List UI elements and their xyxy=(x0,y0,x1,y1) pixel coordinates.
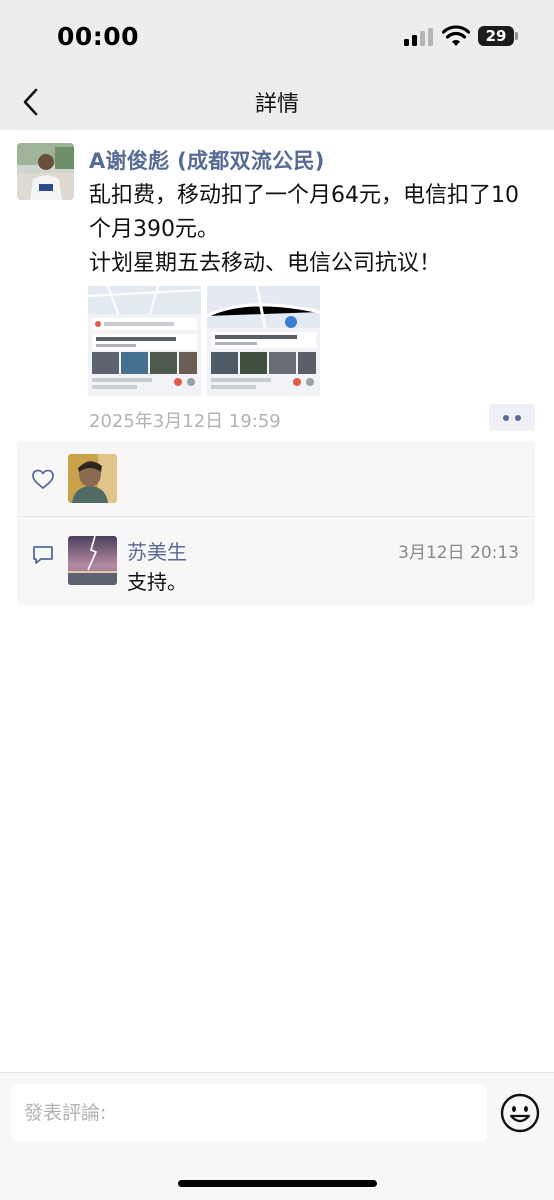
comment-input[interactable] xyxy=(11,1084,487,1142)
comment-bubble-icon xyxy=(33,546,53,564)
status-bar: 00:00 29 xyxy=(0,0,554,74)
liker-avatar[interactable] xyxy=(68,454,117,503)
post-text: 乱扣费，移动扣了一个月64元，电信扣了10个月390元。 计划星期五去移动、电信… xyxy=(89,179,535,281)
battery-indicator: 29 xyxy=(478,26,518,46)
commenter-name[interactable]: 苏美生 xyxy=(127,536,187,565)
map-screenshot-image xyxy=(88,286,201,396)
commenter-avatar-image xyxy=(68,536,117,585)
comment-text: 支持。 xyxy=(127,570,187,594)
post-author-name[interactable]: A谢俊彪 (成都双流公民) xyxy=(89,145,325,175)
likes-comments-panel: 苏美生 3月12日 20:13 支持。 xyxy=(17,441,535,605)
emoji-button[interactable] xyxy=(499,1092,541,1134)
more-dots-icon xyxy=(503,415,509,421)
commenter-avatar[interactable] xyxy=(68,536,117,585)
likes-row xyxy=(17,441,535,516)
post-text-line: 乱扣费，移动扣了一个月64元，电信扣了10个月390元。 xyxy=(89,183,519,242)
comment-timestamp: 3月12日 20:13 xyxy=(398,543,519,563)
more-actions-button[interactable] xyxy=(489,404,535,431)
cellular-signal-icon xyxy=(404,28,434,46)
page-title: 詳情 xyxy=(254,92,299,117)
post-text-line: 计划星期五去移动、电信公司抗议！ xyxy=(89,251,442,276)
liker-avatar-image xyxy=(68,454,117,503)
post-timestamp: 2025年3月12日 19:59 xyxy=(89,411,281,432)
author-avatar-image xyxy=(17,143,74,200)
navigation-bar: 詳情 xyxy=(0,74,554,130)
status-time: 00:00 xyxy=(57,22,140,51)
home-indicator[interactable] xyxy=(178,1180,377,1187)
map-screenshot-image xyxy=(207,286,320,396)
panel-divider xyxy=(17,516,535,517)
wifi-icon xyxy=(442,25,470,46)
post-image-1[interactable] xyxy=(88,286,201,396)
post-image-2[interactable] xyxy=(207,286,320,396)
heart-icon xyxy=(32,469,54,489)
author-avatar[interactable] xyxy=(17,143,74,200)
smiley-face-icon xyxy=(500,1093,540,1133)
